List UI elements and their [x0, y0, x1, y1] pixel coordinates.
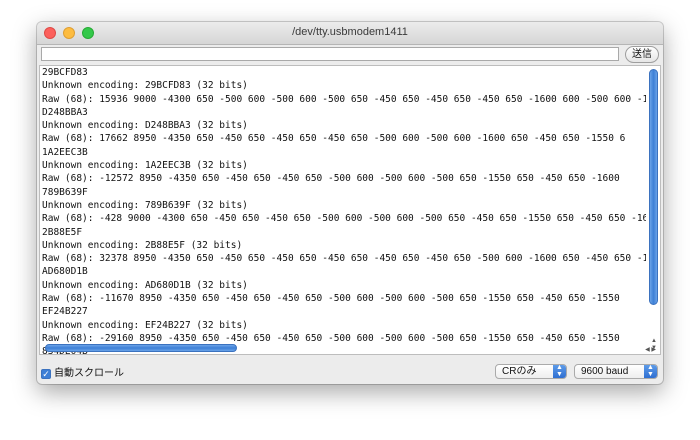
- console-line: 2B88E5F: [42, 226, 83, 238]
- console-line: Raw (68): 17662 8950 -4350 650 -450 650 …: [42, 133, 626, 145]
- console-line: Raw (68): 15936 9000 -4300 650 -500 600 …: [42, 93, 646, 105]
- console-line: Unknown encoding: 2B88E5F (32 bits): [42, 239, 243, 251]
- serial-monitor-window: /dev/tty.usbmodem1411 送信 29BCFD83 Unknown…: [37, 22, 663, 384]
- console-line: Raw (68): -12572 8950 -4350 650 -450 650…: [42, 173, 620, 185]
- horizontal-scrollbar[interactable]: [42, 343, 642, 353]
- title-bar: /dev/tty.usbmodem1411: [37, 22, 663, 45]
- baud-rate-select[interactable]: 9600 baud ▲ ▼: [574, 364, 658, 379]
- horizontal-scroll-thumb[interactable]: [45, 344, 237, 352]
- line-ending-value: CRのみ: [502, 366, 537, 377]
- console-line: Unknown encoding: AD680D1B (32 bits): [42, 279, 248, 291]
- autoscroll-label: 自動スクロール: [54, 368, 124, 379]
- serial-output-text: 29BCFD83 Unknown encoding: 29BCFD83 (32 b…: [42, 66, 646, 354]
- autoscroll-checkbox[interactable]: ✓: [41, 369, 51, 379]
- console-line: Raw (68): -428 9000 -4300 650 -450 650 -…: [42, 213, 646, 225]
- window-title: /dev/tty.usbmodem1411: [292, 26, 408, 38]
- select-arrows-icon: ▲ ▼: [644, 364, 657, 378]
- console-line: Unknown encoding: 1A2EEC3B (32 bits): [42, 160, 248, 172]
- console-line: Unknown encoding: EF24B227 (32 bits): [42, 319, 248, 331]
- send-button[interactable]: 送信: [625, 46, 659, 63]
- console-line: 29BCFD83: [42, 67, 88, 78]
- console-line: Unknown encoding: D248BBA3 (32 bits): [42, 120, 248, 132]
- console-line: EF24B227: [42, 306, 88, 318]
- serial-output-console[interactable]: 29BCFD83 Unknown encoding: 29BCFD83 (32 b…: [39, 65, 661, 355]
- console-line: Raw (68): 32378 8950 -4350 650 -450 650 …: [42, 253, 646, 265]
- console-line: 1A2EEC3B: [42, 146, 88, 158]
- autoscroll-toggle[interactable]: ✓ 自動スクロール: [41, 364, 124, 379]
- send-row: 送信: [37, 44, 663, 64]
- line-ending-select[interactable]: CRのみ ▲ ▼: [495, 364, 567, 379]
- bottom-bar: ✓ 自動スクロール CRのみ ▲ ▼ 9600 baud ▲ ▼: [37, 358, 663, 384]
- console-line: AD680D1B: [42, 266, 88, 278]
- serial-send-input[interactable]: [41, 47, 619, 61]
- horizontal-scroll-arrows-icon[interactable]: ◀ ▶: [645, 346, 656, 353]
- console-line: D248BBA3: [42, 106, 88, 118]
- baud-rate-value: 9600 baud: [581, 366, 629, 377]
- console-line: Raw (68): -11670 8950 -4350 650 -450 650…: [42, 293, 620, 305]
- select-arrows-icon: ▲ ▼: [553, 364, 566, 378]
- vertical-scroll-thumb[interactable]: [649, 69, 658, 305]
- console-line: 789B639F: [42, 186, 88, 198]
- vertical-scrollbar[interactable]: [648, 68, 659, 338]
- console-line: Unknown encoding: 29BCFD83 (32 bits): [42, 80, 248, 92]
- console-line: Unknown encoding: 789B639F (32 bits): [42, 199, 248, 211]
